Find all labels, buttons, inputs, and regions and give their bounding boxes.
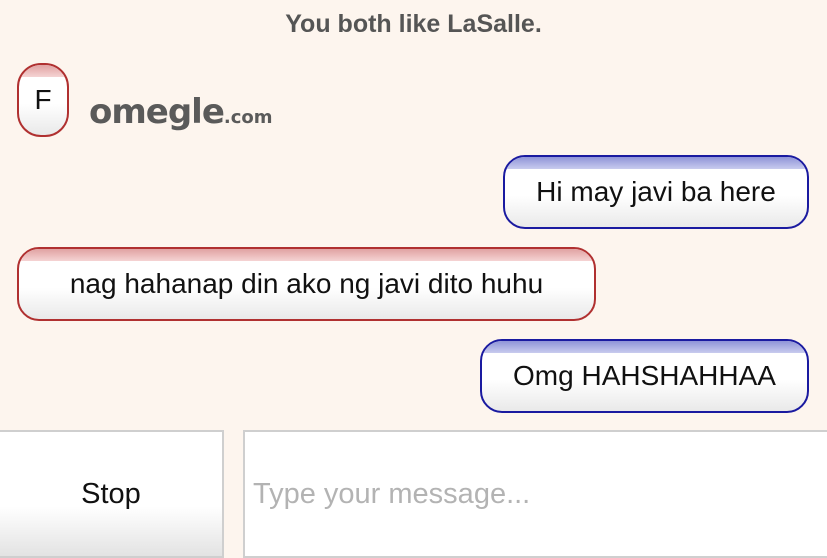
logo-tld-text: .com <box>223 107 273 128</box>
common-interest-banner: You both like LaSalle. <box>285 10 542 38</box>
chat-controls: Stop <box>0 428 827 558</box>
message-bubble-stranger: nag hahanap din ako ng javi dito huhu <box>17 247 596 321</box>
message-text: Hi may javi ba here <box>536 176 776 207</box>
chat-window: You both like LaSalle. F omegle.com Hi m… <box>0 0 827 558</box>
message-input[interactable] <box>243 430 827 558</box>
logo-main-text: omegle <box>89 92 225 132</box>
omegle-logo: omegle.com <box>89 92 273 132</box>
message-bubble-you: Omg HAHSHAHHAA <box>480 339 809 413</box>
message-bubble-you: Hi may javi ba here <box>503 155 809 229</box>
stop-button[interactable]: Stop <box>0 430 224 558</box>
stranger-avatar-bubble: F <box>17 63 69 137</box>
stranger-avatar-letter: F <box>34 84 52 115</box>
message-text: nag hahanap din ako ng javi dito huhu <box>69 268 544 299</box>
message-text: Omg HAHSHAHHAA <box>513 360 776 391</box>
